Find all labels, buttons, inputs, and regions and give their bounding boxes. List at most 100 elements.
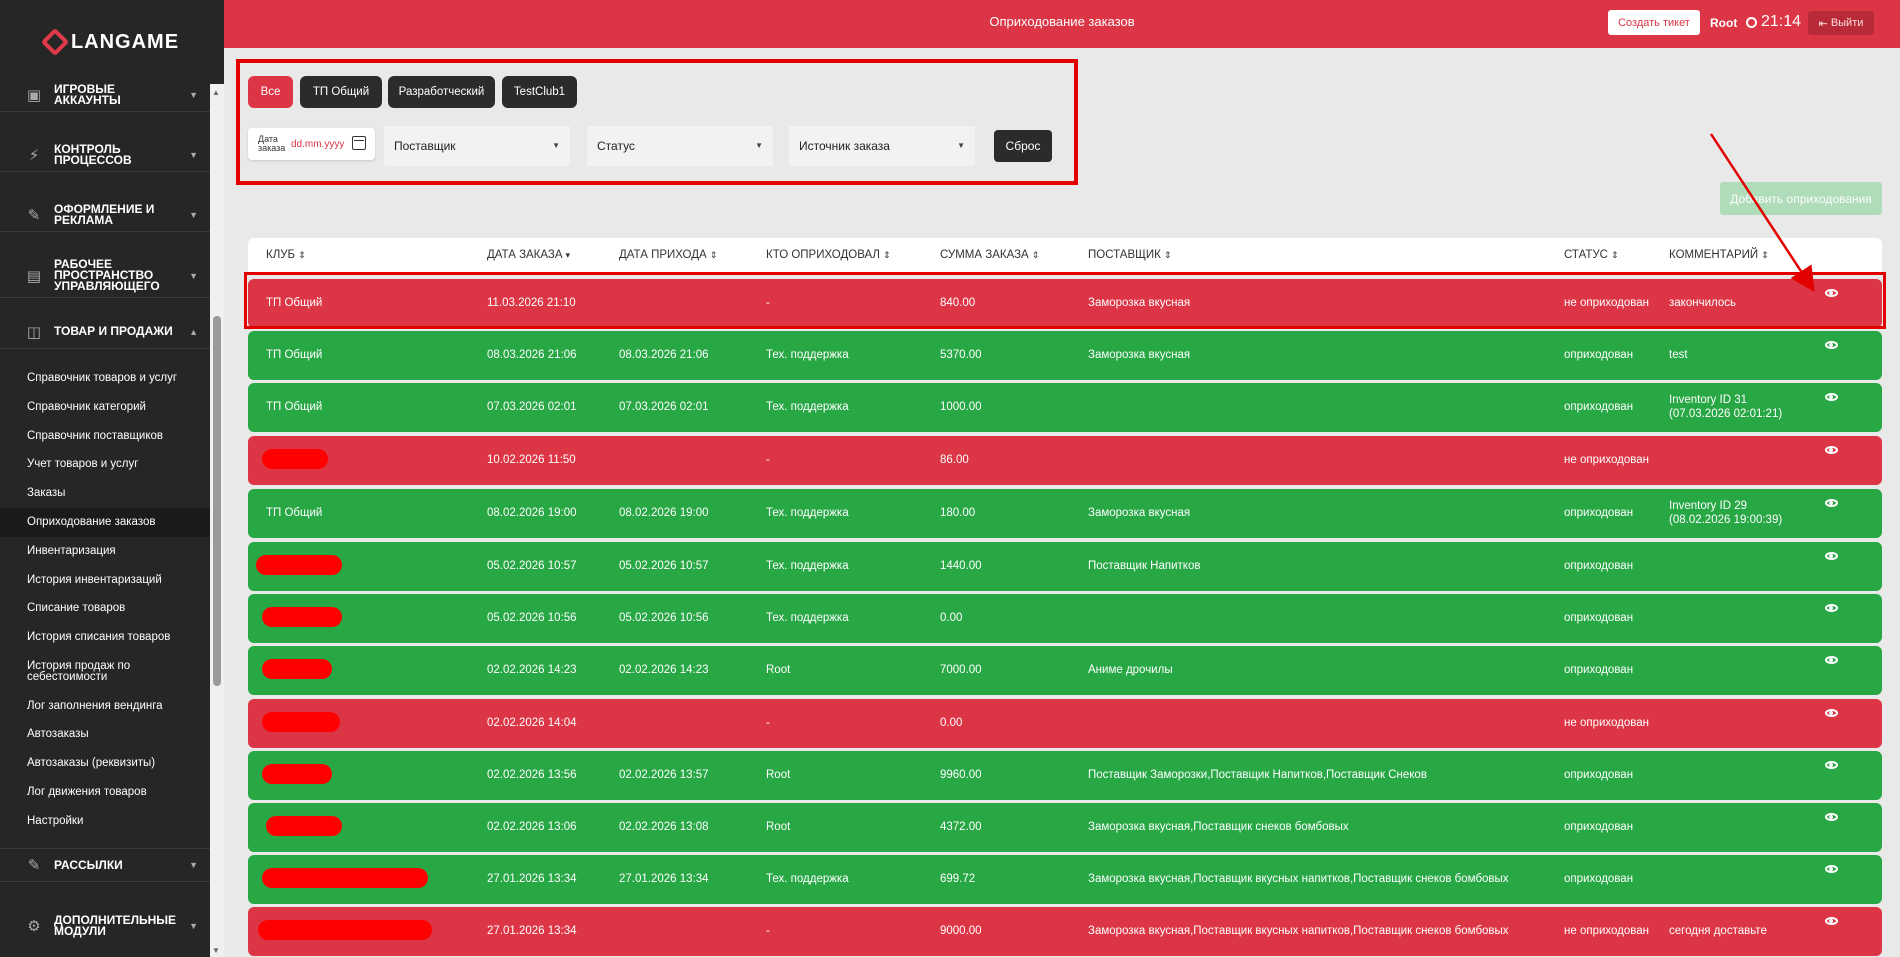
cell-comment: сегодня доставьте bbox=[1669, 924, 1767, 938]
scrollbar-thumb[interactable] bbox=[213, 316, 221, 686]
club-chip-dev[interactable]: Разработческий bbox=[388, 76, 495, 108]
view-eye-icon[interactable] bbox=[1825, 604, 1838, 612]
view-eye-icon[interactable] bbox=[1825, 656, 1838, 664]
col-club[interactable]: КЛУБ ⇕ bbox=[266, 249, 306, 261]
table-row[interactable]: 27.01.2026 13:34 - 9000.00 Заморозка вкусна… bbox=[248, 907, 1882, 956]
cell-comment: Inventory ID 29 (08.02.2026 19:00:39) bbox=[1669, 499, 1782, 527]
sidebar-item-settings[interactable]: Настройки bbox=[0, 807, 210, 836]
cell-order-date: 08.02.2026 19:00 bbox=[487, 507, 577, 519]
scroll-down-icon[interactable]: ▼ bbox=[212, 946, 220, 955]
table-row[interactable]: 05.02.2026 10:56 05.02.2026 10:56 Тех. под… bbox=[248, 594, 1882, 643]
sidebar-section-mailings[interactable]: ✎ РАССЫЛКИ ▼ bbox=[0, 848, 210, 882]
col-status[interactable]: СТАТУС ⇕ bbox=[1564, 249, 1619, 261]
col-order-date[interactable]: ДАТА ЗАКАЗА ▾ bbox=[487, 249, 570, 261]
cell-sum: 699.72 bbox=[940, 873, 976, 885]
table-row[interactable]: 02.02.2026 14:23 02.02.2026 14:23 Root 7000… bbox=[248, 646, 1882, 695]
table-row[interactable]: ТП Общий 08.03.2026 21:06 08.03.2026 21:06… bbox=[248, 331, 1882, 380]
calendar-icon[interactable] bbox=[352, 136, 366, 150]
col-who[interactable]: КТО ОПРИХОДОВАЛ ⇕ bbox=[766, 249, 891, 261]
pencil-icon: ✎ bbox=[27, 857, 41, 874]
view-eye-icon[interactable] bbox=[1825, 289, 1838, 297]
col-sum[interactable]: СУММА ЗАКАЗА ⇕ bbox=[940, 249, 1039, 261]
cell-order-date: 27.01.2026 13:34 bbox=[487, 873, 577, 885]
cell-club: ТП Общий bbox=[266, 401, 323, 413]
logo-text: LANGAME bbox=[70, 30, 180, 53]
cell-who: - bbox=[766, 925, 770, 937]
status-select[interactable]: Статус ▼ bbox=[587, 126, 773, 166]
view-eye-icon[interactable] bbox=[1825, 709, 1838, 717]
sort-icon: ⇕ bbox=[709, 250, 718, 260]
source-select[interactable]: Источник заказа ▼ bbox=[789, 126, 975, 166]
create-ticket-button[interactable]: Создать тикет bbox=[1608, 10, 1700, 35]
supplier-select[interactable]: Поставщик ▼ bbox=[384, 126, 570, 166]
club-chip-tp[interactable]: ТП Общий bbox=[300, 76, 382, 108]
view-eye-icon[interactable] bbox=[1825, 865, 1838, 873]
sidebar-section-goods-sales[interactable]: ◫ ТОВАР И ПРОДАЖИ ▲ bbox=[0, 315, 210, 349]
table-row[interactable]: 02.02.2026 14:04 - 0.00 не оприходован bbox=[248, 699, 1882, 748]
sort-desc-icon: ▾ bbox=[565, 250, 571, 260]
sidebar-item-movement-log[interactable]: Лог движения товаров bbox=[0, 778, 210, 807]
sidebar-item-autoorders[interactable]: Автозаказы bbox=[0, 720, 210, 749]
col-arrival-date[interactable]: ДАТА ПРИХОДА ⇕ bbox=[619, 249, 717, 261]
reset-button[interactable]: Сброс bbox=[994, 130, 1052, 162]
view-eye-icon[interactable] bbox=[1825, 552, 1838, 560]
col-supplier[interactable]: ПОСТАВЩИК ⇕ bbox=[1088, 249, 1171, 261]
cell-order-date: 11.03.2026 21:10 bbox=[487, 297, 576, 309]
table-row[interactable]: 05.02.2026 10:57 05.02.2026 10:57 Тех. под… bbox=[248, 542, 1882, 591]
col-label: КОММЕНТАРИЙ bbox=[1669, 249, 1759, 261]
sidebar-item-inventory-history[interactable]: История инвентаризаций bbox=[0, 566, 210, 595]
sidebar-item-order-receiving[interactable]: Оприходование заказов bbox=[0, 508, 210, 537]
col-comment[interactable]: КОММЕНТАРИЙ ⇕ bbox=[1669, 249, 1769, 261]
view-eye-icon[interactable] bbox=[1825, 393, 1838, 401]
table-row[interactable]: ТП Общий 11.03.2026 21:10 - 840.00 Заморозка… bbox=[248, 279, 1882, 328]
cell-comment: закончилось bbox=[1669, 296, 1736, 310]
cell-sum: 4372.00 bbox=[940, 821, 982, 833]
sidebar-item-vending-log[interactable]: Лог заполнения вендинга bbox=[0, 692, 210, 721]
sidebar-item-sales-history[interactable]: История продаж по себестоимости bbox=[0, 657, 170, 687]
chevron-down-icon: ▼ bbox=[189, 89, 198, 100]
briefcase-icon: ▤ bbox=[26, 267, 42, 285]
add-receiving-button[interactable]: Добавить оприходования bbox=[1720, 182, 1882, 215]
view-eye-icon[interactable] bbox=[1825, 917, 1838, 925]
cell-who: Тех. поддержка bbox=[766, 560, 849, 572]
sidebar-section-process-control[interactable]: ⚡ КОНТРОЛЬ ПРОЦЕССОВ ▼ bbox=[0, 138, 210, 172]
sidebar-section-game-accounts[interactable]: ▣ ИГРОВЫЕ АККАУНТЫ ▼ bbox=[0, 78, 210, 112]
sidebar-section-workspace[interactable]: ▤ РАБОЧЕЕ ПРОСТРАНСТВО УПРАВЛЯЮЩЕГО ▼ bbox=[0, 254, 210, 298]
view-eye-icon[interactable] bbox=[1825, 761, 1838, 769]
logo[interactable]: LANGAME bbox=[0, 0, 224, 84]
table-row[interactable]: 02.02.2026 13:06 02.02.2026 13:08 Root 4372… bbox=[248, 803, 1882, 852]
table-row[interactable]: 27.01.2026 13:34 27.01.2026 13:34 Тех. под… bbox=[248, 855, 1882, 904]
view-eye-icon[interactable] bbox=[1825, 813, 1838, 821]
sidebar-item-orders[interactable]: Заказы bbox=[0, 479, 210, 508]
table-row[interactable]: ТП Общий 08.02.2026 19:00 08.02.2026 19:00… bbox=[248, 489, 1882, 538]
sidebar-item-categories[interactable]: Справочник категорий bbox=[0, 393, 210, 422]
table-row[interactable]: ТП Общий 07.03.2026 02:01 07.03.2026 02:01… bbox=[248, 383, 1882, 432]
sidebar-item-goods-accounting[interactable]: Учет товаров и услуг bbox=[0, 450, 210, 479]
club-chip-all[interactable]: Все bbox=[248, 76, 293, 108]
club-chip-testclub[interactable]: TestClub1 bbox=[502, 76, 577, 108]
cell-sum: 1000.00 bbox=[940, 401, 982, 413]
order-date-field[interactable]: Дата заказа dd.mm.yyyy bbox=[248, 128, 375, 160]
table-row[interactable]: 10.02.2026 11:50 - 86.00 не оприходован bbox=[248, 436, 1882, 485]
table-row[interactable]: 02.02.2026 13:56 02.02.2026 13:57 Root 9960… bbox=[248, 751, 1882, 800]
caret-down-icon: ▼ bbox=[957, 141, 965, 150]
view-eye-icon[interactable] bbox=[1825, 446, 1838, 454]
cell-order-date: 27.01.2026 13:34 bbox=[487, 925, 577, 937]
sidebar-section-extra-modules[interactable]: ⚙ ДОПОЛНИТЕЛЬНЫЕ МОДУЛИ ▼ bbox=[0, 906, 210, 946]
sidebar-item-writeoff-history[interactable]: История списания товаров bbox=[0, 623, 210, 652]
cell-arrival-date: 02.02.2026 14:23 bbox=[619, 664, 709, 676]
sidebar-item-writeoff[interactable]: Списание товаров bbox=[0, 594, 210, 623]
supplier-select-value: Поставщик bbox=[394, 139, 456, 153]
sidebar-item-inventory[interactable]: Инвентаризация bbox=[0, 537, 210, 566]
sidebar-section-design[interactable]: ✎ ОФОРМЛЕНИЕ И РЕКЛАМА ▼ bbox=[0, 198, 210, 232]
cell-comment: test bbox=[1669, 348, 1688, 362]
scroll-up-icon[interactable]: ▲ bbox=[212, 88, 220, 97]
cell-status: оприходован bbox=[1564, 612, 1634, 624]
logout-button[interactable]: ⇤ Выйти bbox=[1808, 11, 1874, 35]
sidebar-item-suppliers[interactable]: Справочник поставщиков bbox=[0, 422, 210, 451]
sidebar-scrollbar[interactable]: ▲ ▼ bbox=[210, 84, 224, 957]
view-eye-icon[interactable] bbox=[1825, 499, 1838, 507]
sidebar-item-goods-catalog[interactable]: Справочник товаров и услуг bbox=[0, 364, 210, 393]
sidebar-item-autoorders-requisites[interactable]: Автозаказы (реквизиты) bbox=[0, 749, 210, 778]
view-eye-icon[interactable] bbox=[1825, 341, 1838, 349]
